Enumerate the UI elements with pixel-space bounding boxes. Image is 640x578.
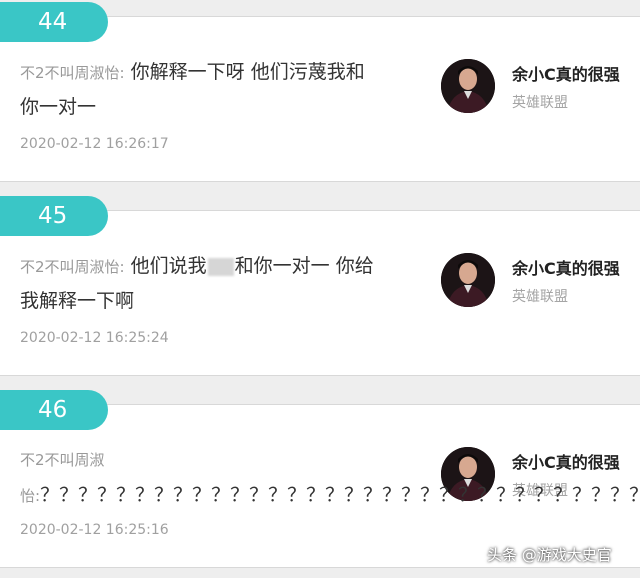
game-label: 英雄联盟	[512, 95, 568, 111]
message-text-line2: 你一对一	[20, 96, 97, 118]
avatar-image-icon	[441, 59, 495, 113]
comment-message: 不2不叫周淑怡: 他们说我 和你一对一 你给 我解释一下啊	[20, 249, 374, 318]
comment-number-badge: 44	[0, 2, 108, 42]
comment-card-44: 不2不叫周淑怡: 你解释一下呀 他们污蔑我和 你一对一 2020-02-12 1…	[0, 16, 640, 182]
question-line-clip: 怡:？？？？？？？？？？？？？？？？？？？？？？？？？？？？？？？？	[0, 481, 640, 511]
game-label: 英雄联盟	[512, 289, 568, 305]
message-text-line1: 你解释一下呀 他们污蔑我和	[130, 61, 365, 83]
recipient-name[interactable]: 余小C真的很强	[512, 449, 620, 473]
message-question-line: 怡:？？？？？？？？？？？？？？？？？？？？？？？？？？？？？？？？	[20, 481, 640, 510]
avatar[interactable]	[441, 253, 495, 307]
comment-message: 不2不叫周淑怡: 你解释一下呀 他们污蔑我和 你一对一	[20, 55, 365, 124]
comment-number-badge: 46	[0, 390, 108, 430]
watermark: 头条 @游戏大史官	[487, 546, 612, 564]
comment-card-45: 不2不叫周淑怡: 他们说我 和你一对一 你给 我解释一下啊 2020-02-12 …	[0, 210, 640, 376]
comment-number-badge: 45	[0, 196, 108, 236]
sender-name-line1[interactable]: 不2不叫周淑	[20, 449, 105, 470]
recipient-name[interactable]: 余小C真的很强	[512, 61, 620, 85]
avatar[interactable]	[441, 59, 495, 113]
timestamp: 2020-02-12 16:25:24	[20, 330, 169, 346]
sender-name-line2[interactable]: 怡:	[20, 487, 40, 505]
avatar-image-icon	[441, 253, 495, 307]
message-text-line2: 我解释一下啊	[20, 290, 135, 312]
sender-name[interactable]: 不2不叫周淑怡:	[20, 258, 125, 276]
redacted-blur	[207, 257, 234, 276]
sender-name[interactable]: 不2不叫周淑怡:	[20, 64, 125, 82]
recipient-name[interactable]: 余小C真的很强	[512, 255, 620, 279]
message-text-part1: 他们说我	[130, 255, 207, 277]
timestamp: 2020-02-12 16:25:16	[20, 522, 169, 538]
timestamp: 2020-02-12 16:26:17	[20, 136, 169, 152]
message-text-part2: 和你一对一 你给	[234, 255, 374, 277]
question-marks: ？？？？？？？？？？？？？？？？？？？？？？？？？？？？？？？？	[40, 484, 640, 506]
